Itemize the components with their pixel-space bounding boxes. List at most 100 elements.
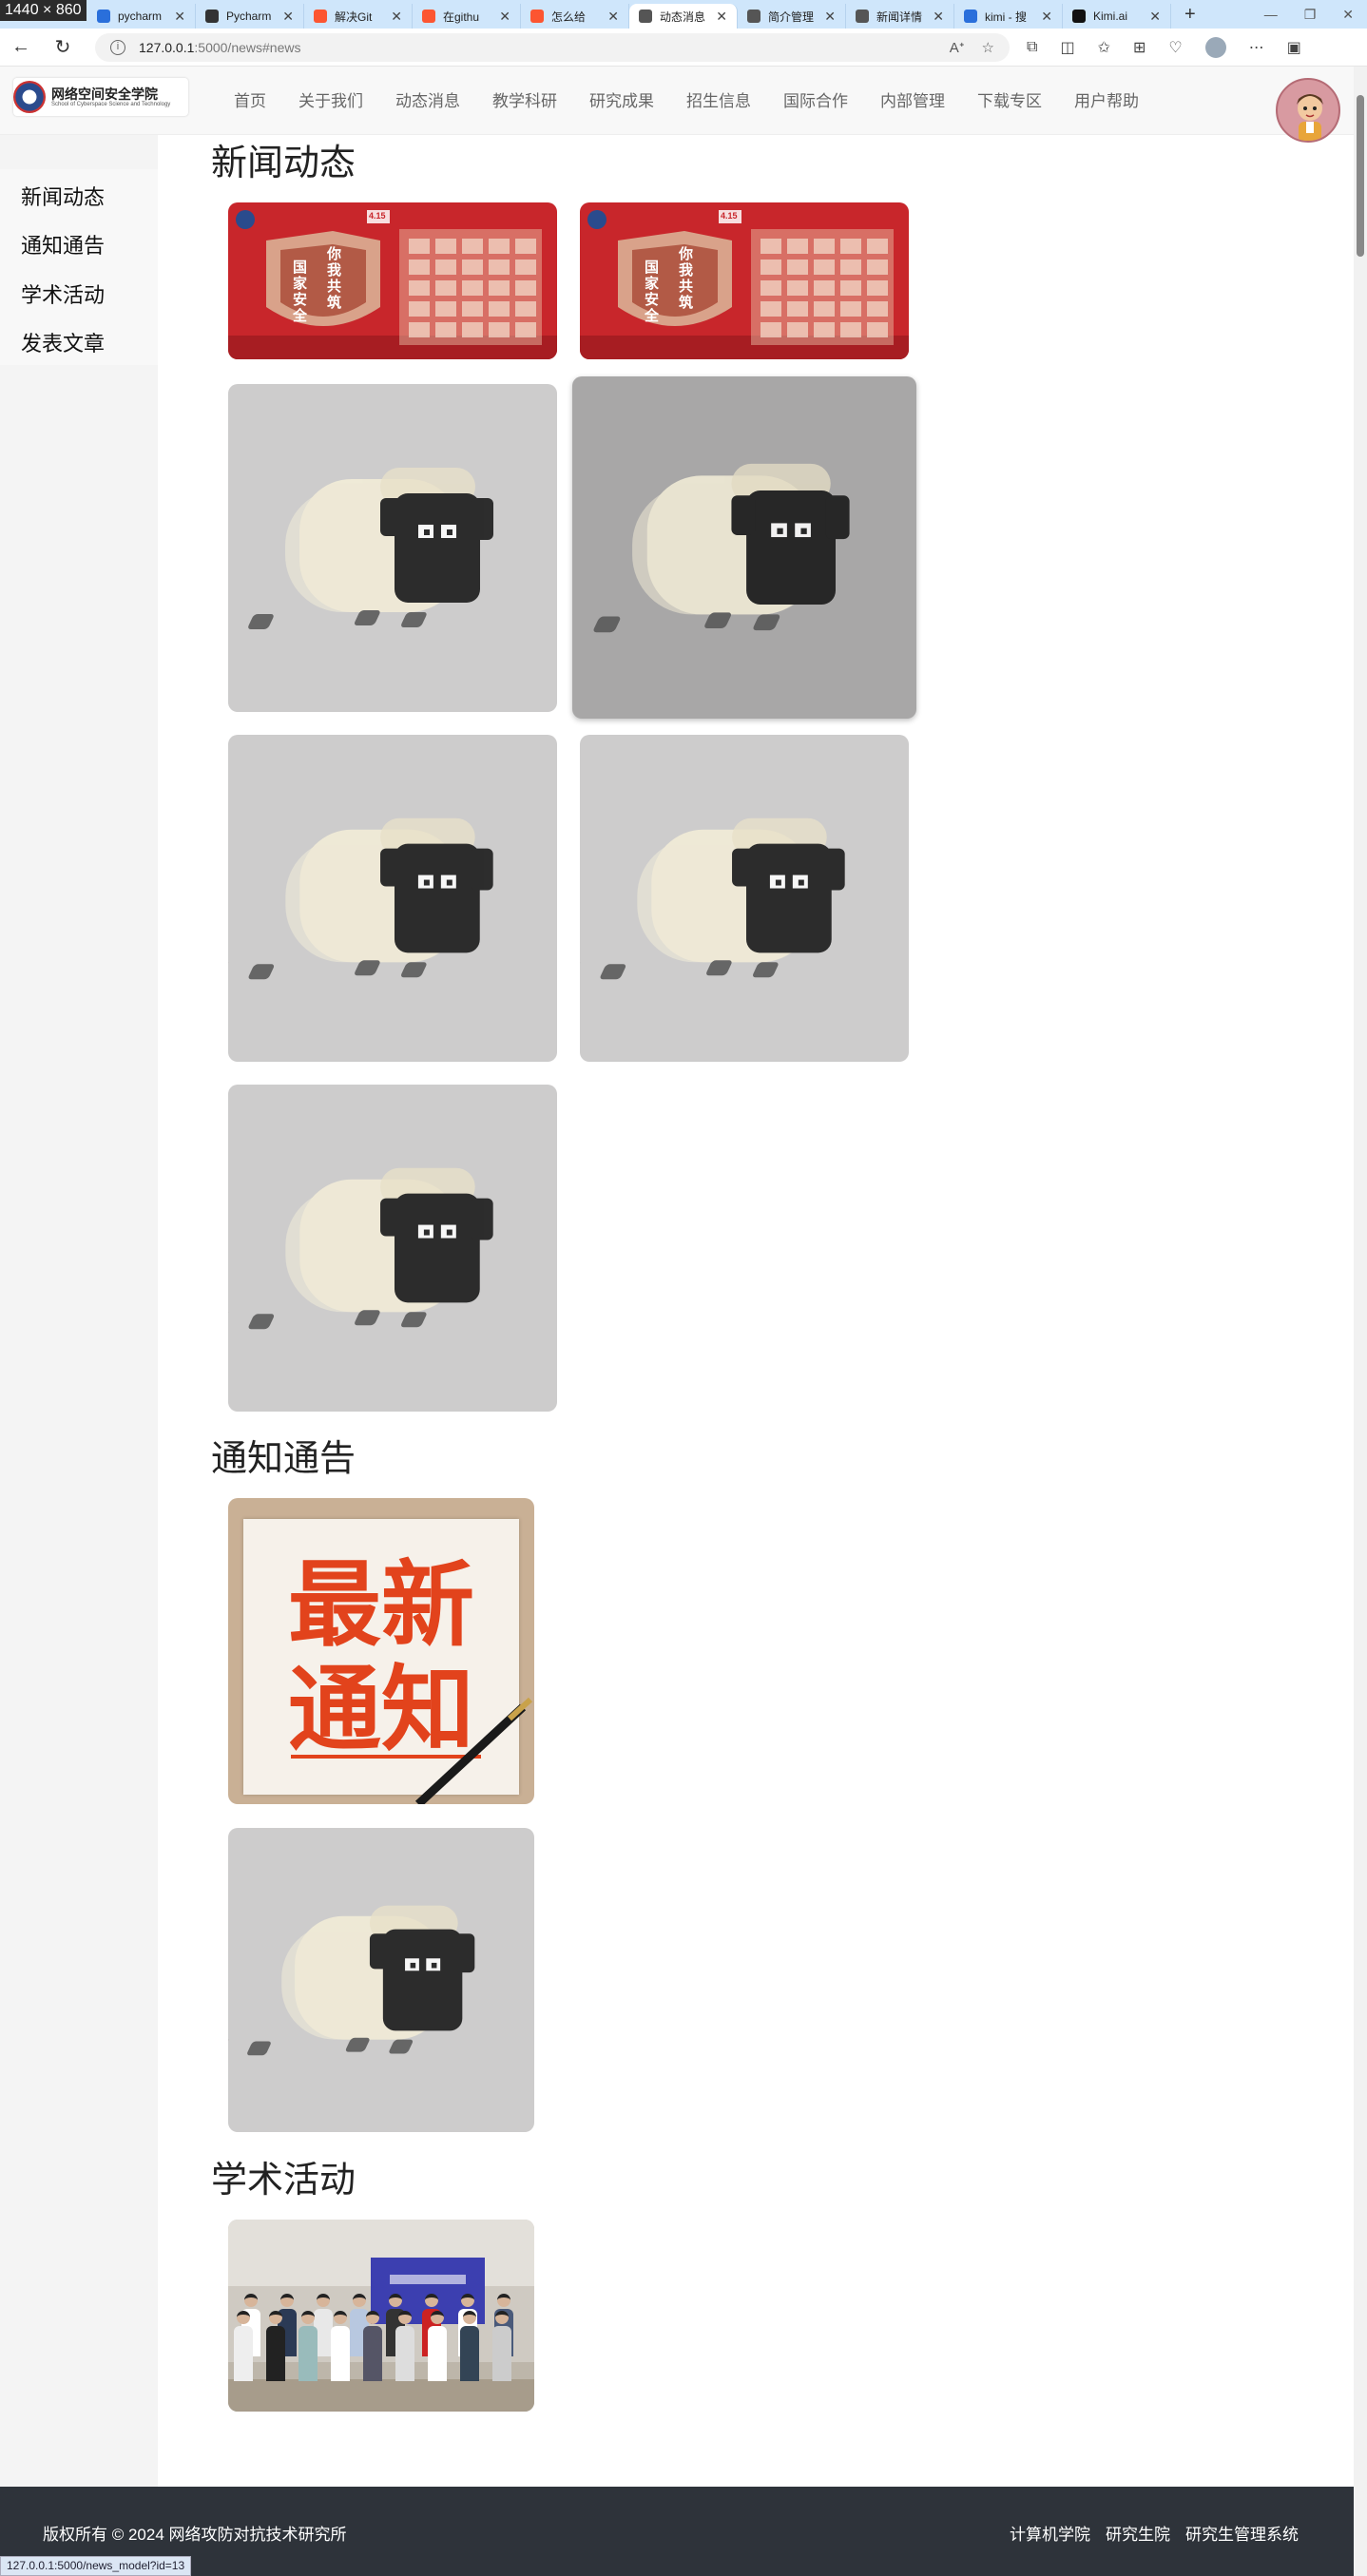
more-menu-icon[interactable]: ⋯ xyxy=(1249,38,1264,57)
close-tab-icon[interactable]: ✕ xyxy=(1149,9,1161,25)
banner-badge: 4.15 xyxy=(369,211,386,221)
sheep-placeholder-image xyxy=(572,463,850,633)
browser-tab[interactable]: 新闻详情 ✕ xyxy=(846,4,954,29)
close-tab-icon[interactable]: ✕ xyxy=(391,9,402,25)
section-title-news: 新闻动态 xyxy=(211,144,356,183)
scrollbar-thumb[interactable] xyxy=(1357,95,1364,257)
sidebar-toggle-icon[interactable]: ▣ xyxy=(1287,38,1301,57)
nav-item[interactable]: 招生信息 xyxy=(686,87,751,111)
close-tab-icon[interactable]: ✕ xyxy=(824,9,836,25)
news-card[interactable]: 国家安全 你我共筑 4.15 xyxy=(580,202,909,359)
reload-icon[interactable]: ↻ xyxy=(42,35,84,59)
banner-vertical-text: 国家安全 xyxy=(293,260,308,324)
user-avatar[interactable] xyxy=(1276,78,1340,143)
sidebar-item-notices[interactable]: 通知通告 xyxy=(21,229,105,260)
section-title-notices: 通知通告 xyxy=(211,1439,356,1479)
tab-title: 在githu xyxy=(443,10,480,24)
sidebar xyxy=(0,135,158,2487)
tab-title: 解决Git xyxy=(335,10,373,24)
photo-person xyxy=(395,2311,414,2387)
tab-title: 怎么给 xyxy=(551,10,587,24)
restore-icon[interactable]: ❐ xyxy=(1304,7,1317,23)
sidebar-item-articles[interactable]: 发表文章 xyxy=(21,327,105,357)
nav-item[interactable]: 下载专区 xyxy=(977,87,1042,111)
security-banner-image xyxy=(580,202,909,359)
browser-tab[interactable]: 解决Git ✕ xyxy=(304,4,413,29)
nav-item[interactable]: 国际合作 xyxy=(783,87,848,111)
sheep-placeholder-image xyxy=(580,817,845,980)
new-tab-icon[interactable]: + xyxy=(1171,4,1209,26)
banner-vertical-text: 你我共筑 xyxy=(327,246,342,311)
github-icon xyxy=(205,10,219,23)
footer-link[interactable]: 研究生院 xyxy=(1106,2521,1170,2545)
close-tab-icon[interactable]: ✕ xyxy=(282,9,294,25)
sheep-placeholder-image xyxy=(228,1905,475,2056)
browser-tab[interactable]: pycharm ✕ xyxy=(87,4,196,29)
page-icon xyxy=(747,10,761,23)
browser-tab[interactable]: 怎么给 ✕ xyxy=(521,4,629,29)
close-window-icon[interactable]: ✕ xyxy=(1342,7,1354,23)
browser-tab[interactable]: 动态消息 ✕ xyxy=(629,4,738,29)
tab-title: kimi - 搜 xyxy=(985,10,1027,24)
nav-item[interactable]: 关于我们 xyxy=(298,87,363,111)
photo-person xyxy=(298,2311,318,2387)
footer-link[interactable]: 计算机学院 xyxy=(1010,2521,1090,2545)
news-card[interactable] xyxy=(228,1085,557,1412)
collections-icon[interactable]: ⊞ xyxy=(1133,38,1146,57)
window-controls: — ❐ ✕ xyxy=(1264,0,1367,29)
news-card[interactable] xyxy=(580,735,909,1062)
site-info-icon[interactable]: i xyxy=(110,40,125,55)
sidebar-item-academic[interactable]: 学术活动 xyxy=(21,279,105,309)
photo-person xyxy=(266,2311,285,2387)
sheep-placeholder-image xyxy=(228,1167,493,1330)
tab-title: 新闻详情 xyxy=(876,10,923,24)
page-scrollbar[interactable] xyxy=(1354,67,1367,2576)
browser-tab[interactable]: 简介管理 ✕ xyxy=(738,4,846,29)
minimize-icon[interactable]: — xyxy=(1264,7,1278,22)
photo-person xyxy=(428,2311,447,2387)
close-tab-icon[interactable]: ✕ xyxy=(499,9,510,25)
back-icon[interactable]: ← xyxy=(0,36,42,58)
academic-card[interactable] xyxy=(228,2220,534,2412)
profile-avatar[interactable] xyxy=(1204,37,1226,58)
nav-item[interactable]: 研究成果 xyxy=(589,87,654,111)
favorite-star-icon[interactable]: ☆ xyxy=(982,39,994,56)
logo-title: 网络空间安全学院 xyxy=(51,87,158,102)
browser-tab[interactable]: Kimi.ai ✕ xyxy=(1063,4,1171,29)
page-icon xyxy=(639,10,652,23)
close-tab-icon[interactable]: ✕ xyxy=(607,9,619,25)
notice-card[interactable] xyxy=(228,1828,534,2132)
nav-item[interactable]: 首页 xyxy=(234,87,266,111)
news-card[interactable] xyxy=(228,735,557,1062)
page-icon xyxy=(856,10,869,23)
sidebar-item-news[interactable]: 新闻动态 xyxy=(21,181,105,211)
close-tab-icon[interactable]: ✕ xyxy=(716,9,727,25)
browser-essentials-icon[interactable]: ♡ xyxy=(1168,38,1182,57)
read-aloud-icon[interactable]: Aᐩ xyxy=(950,39,965,56)
site-logo[interactable]: 网络空间安全学院 School of Cyberspace Science an… xyxy=(13,78,188,116)
extensions-icon[interactable]: ⧉ xyxy=(1027,39,1037,56)
address-bar[interactable]: i 127.0.0.1 :5000/news#news Aᐩ ☆ xyxy=(95,33,1010,62)
search-icon xyxy=(97,10,110,23)
browser-tab[interactable]: Pycharm ✕ xyxy=(196,4,304,29)
news-card-hovered[interactable] xyxy=(572,376,916,719)
close-tab-icon[interactable]: ✕ xyxy=(1041,9,1052,25)
footer-link[interactable]: 研究生管理系统 xyxy=(1185,2521,1299,2545)
close-tab-icon[interactable]: ✕ xyxy=(174,9,185,25)
close-tab-icon[interactable]: ✕ xyxy=(933,9,944,25)
favorites-icon[interactable]: ✩ xyxy=(1098,38,1110,57)
site-footer: 版权所有 © 2024 网络攻防对抗技术研究所 计算机学院 研究生院 研究生管理系统 xyxy=(0,2487,1354,2576)
photo-person xyxy=(234,2311,253,2387)
split-screen-icon[interactable]: ◫ xyxy=(1060,38,1074,57)
photo-person xyxy=(492,2311,511,2387)
nav-item[interactable]: 教学科研 xyxy=(492,87,557,111)
nav-item[interactable]: 内部管理 xyxy=(880,87,945,111)
news-card[interactable]: 国家安全 你我共筑 4.15 xyxy=(228,202,557,359)
nav-item[interactable]: 动态消息 xyxy=(395,87,460,111)
nav-item[interactable]: 用户帮助 xyxy=(1074,87,1139,111)
logo-subtitle: School of Cyberspace Science and Technol… xyxy=(51,102,171,107)
browser-tab[interactable]: kimi - 搜 ✕ xyxy=(954,4,1063,29)
notice-card[interactable]: 最新 通知 xyxy=(228,1498,534,1804)
browser-tab[interactable]: 在githu ✕ xyxy=(413,4,521,29)
news-card[interactable] xyxy=(228,384,557,712)
